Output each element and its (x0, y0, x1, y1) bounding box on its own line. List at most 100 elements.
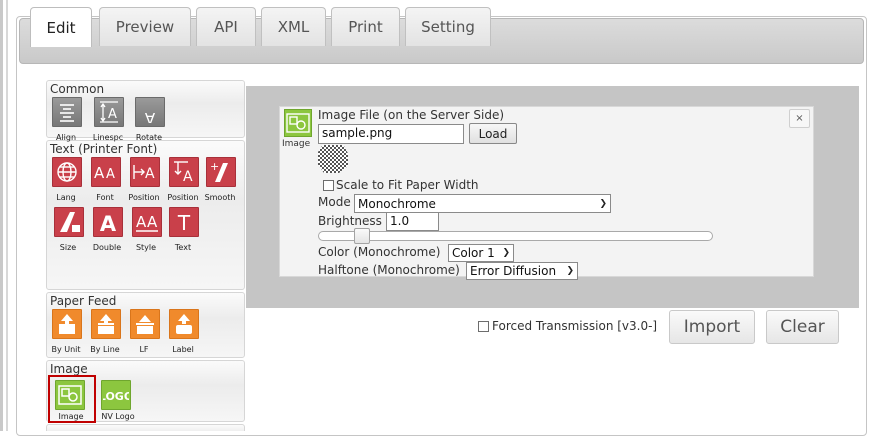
tool-style-label: Style (135, 243, 157, 252)
load-button[interactable]: Load (469, 123, 517, 144)
tool-feed-by-line-label: By Line (90, 345, 120, 354)
tool-size-label: Size (59, 243, 77, 252)
group-more (46, 424, 245, 431)
group-paper-feed-title: Paper Feed (50, 294, 117, 308)
tool-double-label: Double (92, 243, 122, 252)
nv-logo-icon: LOGO (101, 380, 131, 410)
tab-print[interactable]: Print (331, 7, 400, 46)
tool-double[interactable]: A Double (90, 206, 127, 256)
vertical-position-icon: A (169, 157, 199, 187)
tool-image-label: Image (58, 412, 84, 421)
import-button[interactable]: Import (669, 310, 755, 344)
tool-text[interactable]: T Text (166, 206, 203, 256)
group-image: Image Image LOGO NV Logo (46, 360, 245, 423)
tool-align-label: Align (55, 133, 77, 142)
tool-linespc[interactable]: A Linespc (91, 96, 125, 146)
smooth-icon: + (206, 157, 236, 187)
mode-select[interactable]: Monochrome ❯ (354, 194, 611, 213)
tool-feed-label[interactable]: Label (166, 308, 203, 358)
clear-button[interactable]: Clear (766, 310, 839, 344)
image-item-label: Image (282, 139, 311, 149)
tool-feed-by-line[interactable]: By Line (88, 308, 125, 358)
feed-line-icon (91, 309, 121, 339)
image-icon (55, 380, 85, 410)
image-file-input[interactable]: sample.png (318, 124, 464, 144)
scale-to-fit-checkbox[interactable] (323, 180, 334, 191)
size-icon (54, 207, 84, 237)
tool-smooth[interactable]: + Smooth (203, 156, 240, 206)
svg-text:A: A (106, 167, 115, 182)
svg-text:LOGO: LOGO (103, 390, 129, 403)
tool-font-label: Font (96, 193, 114, 202)
tool-feed-label-label: Label (172, 345, 194, 354)
svg-text:A: A (100, 212, 117, 233)
color-label: Color (Monochrome) (318, 245, 441, 259)
svg-text:A: A (183, 169, 193, 184)
tool-style[interactable]: AA Style (129, 206, 166, 256)
tool-rotate-label: Rotate (135, 133, 163, 142)
tool-smooth-label: Smooth (204, 193, 236, 202)
svg-text:A: A (108, 107, 117, 122)
tab-api[interactable]: API (196, 7, 256, 46)
tool-font[interactable]: AA Font (88, 156, 125, 206)
group-common-title: Common (50, 82, 105, 96)
tool-position-h[interactable]: A Position (127, 156, 164, 206)
brightness-input[interactable]: 1.0 (386, 212, 439, 231)
feed-unit-icon (52, 309, 82, 339)
tool-feed-lf[interactable]: LF (127, 308, 164, 358)
tool-text-label: Text (174, 243, 192, 252)
close-icon[interactable]: × (789, 109, 810, 128)
svg-text:A: A (145, 166, 155, 182)
tool-position-h-label: Position (128, 193, 160, 202)
chevron-down-icon: ❯ (599, 198, 607, 209)
tool-palette: Common Align A Linespc A Rotate Text (Pr… (46, 80, 246, 431)
svg-text:A: A (144, 109, 155, 123)
forced-transmission-checkbox[interactable] (478, 321, 489, 332)
image-file-label: Image File (on the Server Side) (318, 108, 505, 122)
globe-icon (52, 157, 82, 187)
svg-text:+: + (210, 160, 219, 173)
tab-preview[interactable]: Preview (99, 7, 191, 46)
tool-rotate[interactable]: A Rotate (132, 96, 166, 146)
tool-align[interactable]: Align (49, 96, 83, 146)
color-select[interactable]: Color 1 ❯ (448, 244, 514, 262)
tool-position-v-label: Position (167, 193, 199, 202)
tool-linespc-label: Linespc (92, 133, 124, 142)
chevron-down-icon: ❯ (566, 266, 574, 276)
halftone-label: Halftone (Monochrome) (318, 263, 460, 277)
tool-lang[interactable]: Lang (49, 156, 86, 206)
chevron-down-icon: ❯ (502, 248, 510, 258)
align-icon (52, 97, 82, 127)
tab-setting[interactable]: Setting (405, 7, 491, 46)
rotate-icon: A (135, 97, 165, 127)
brightness-slider-track[interactable] (318, 231, 713, 241)
line-spacing-icon: A (94, 97, 124, 127)
font-icon: AA (91, 157, 121, 187)
tool-nv-logo[interactable]: LOGO NV Logo (95, 376, 141, 422)
tool-nv-logo-label: NV Logo (101, 412, 135, 421)
tab-edit[interactable]: Edit (30, 7, 92, 47)
tool-image[interactable]: Image (48, 375, 96, 423)
horizontal-position-icon: A (130, 157, 160, 187)
left-border-inner (6, 0, 8, 431)
text-style-icon: AA (132, 207, 162, 237)
svg-text:A: A (136, 213, 147, 231)
mode-select-value: Monochrome (358, 196, 436, 211)
brightness-slider-thumb[interactable] (354, 228, 370, 244)
image-preview-thumbnail (318, 145, 348, 173)
group-paper-feed: Paper Feed By Unit By Line LF Label (46, 292, 245, 358)
mode-label: Mode (318, 195, 351, 209)
image-item-icon (284, 109, 312, 137)
svg-text:A: A (94, 164, 105, 182)
color-select-value: Color 1 (452, 246, 495, 260)
label-feed-icon (169, 309, 199, 339)
halftone-select[interactable]: Error Diffusion ❯ (466, 262, 578, 280)
left-border (0, 0, 3, 431)
tab-xml[interactable]: XML (261, 7, 326, 46)
tool-size[interactable]: Size (51, 206, 88, 256)
tool-lang-label: Lang (56, 193, 76, 202)
svg-text:A: A (147, 213, 158, 231)
scale-to-fit-label: Scale to Fit Paper Width (336, 178, 479, 192)
tool-position-v[interactable]: A Position (166, 156, 203, 206)
tool-feed-by-unit[interactable]: By Unit (49, 308, 86, 358)
